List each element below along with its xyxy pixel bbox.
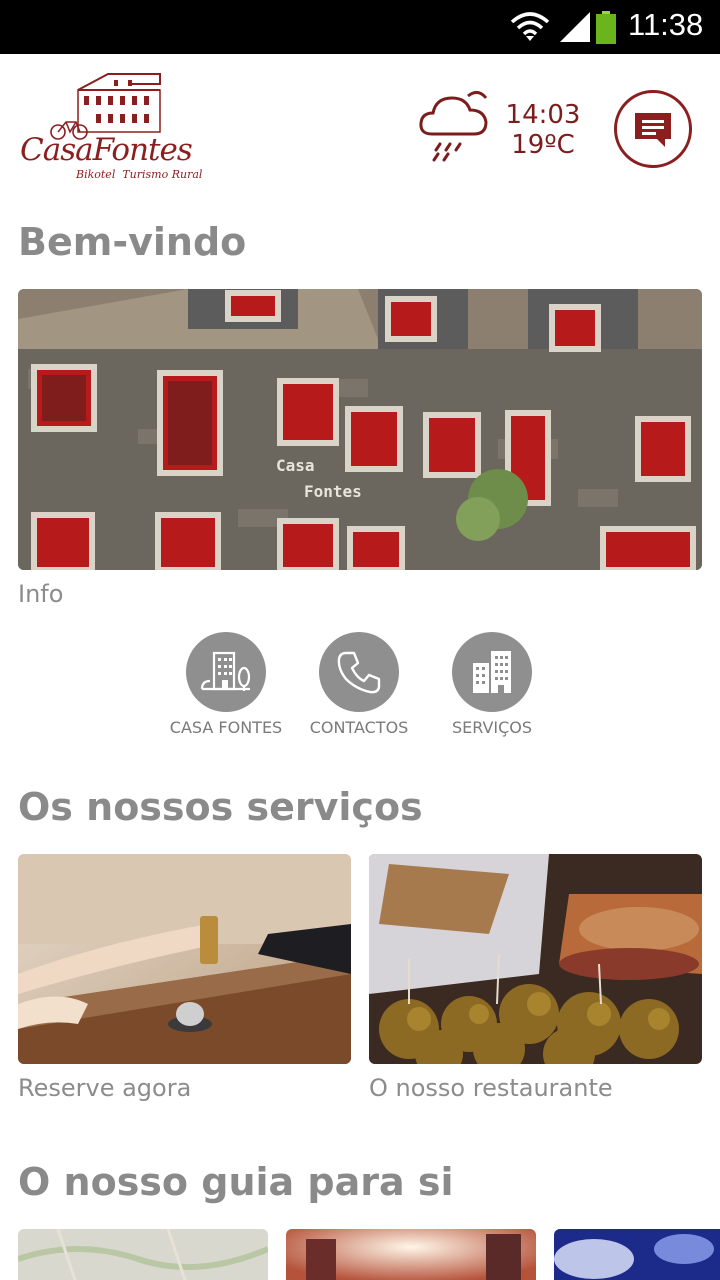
rain-cloud-icon — [419, 91, 488, 162]
status-time: 11:38 — [628, 7, 704, 42]
logo[interactable]: CasaFontes Bikotel Turismo Rural — [18, 70, 202, 186]
logo-tagline: Bikotel Turismo Rural — [76, 168, 203, 181]
reserve-card-image[interactable] — [18, 854, 351, 1064]
hero-caption[interactable]: Info — [18, 580, 63, 608]
reserve-caption[interactable]: Reserve agora — [18, 1074, 191, 1102]
contactos-label[interactable]: CONTACTOS — [289, 718, 429, 737]
signal-icon — [560, 12, 590, 42]
svg-text:Fontes: Fontes — [304, 482, 362, 501]
weather-temperature: 19ºC — [511, 130, 575, 160]
building-photo: Casa Fontes — [18, 289, 702, 570]
casa-fontes-label[interactable]: CASA FONTES — [156, 718, 296, 737]
reception-photo — [18, 854, 351, 1064]
weather-time: 14:03 — [505, 100, 581, 130]
building-tree-icon — [200, 651, 251, 691]
map-photo — [18, 1229, 268, 1280]
casa-fontes-button[interactable] — [186, 632, 266, 712]
servicos-label[interactable]: SERVIÇOS — [422, 718, 562, 737]
chat-button[interactable] — [614, 90, 692, 168]
chat-icon — [635, 113, 671, 147]
guide-card-1[interactable] — [18, 1229, 268, 1280]
food-photo — [369, 854, 702, 1064]
street-photo — [286, 1229, 536, 1280]
hero-image[interactable]: Casa Fontes — [18, 289, 702, 570]
guide-card-3[interactable] — [554, 1229, 720, 1280]
guide-card-2[interactable] — [286, 1229, 536, 1280]
weather-readout: 14:03 19ºC — [505, 100, 581, 160]
guide-title: O nosso guia para si — [18, 1160, 454, 1204]
buildings-icon — [473, 651, 511, 693]
svg-text:Casa: Casa — [276, 456, 315, 475]
battery-icon — [596, 11, 616, 44]
restaurant-caption[interactable]: O nosso restaurante — [369, 1074, 613, 1102]
phone-icon — [337, 651, 381, 694]
services-title: Os nossos serviços — [18, 785, 423, 829]
restaurant-card-image[interactable] — [369, 854, 702, 1064]
logo-name: CasaFontes — [20, 132, 193, 168]
concert-photo — [554, 1229, 720, 1280]
status-bar: 11:38 — [0, 0, 720, 54]
wifi-icon — [510, 12, 550, 41]
servicos-button[interactable] — [452, 632, 532, 712]
welcome-title: Bem-vindo — [18, 220, 247, 264]
contactos-button[interactable] — [319, 632, 399, 712]
